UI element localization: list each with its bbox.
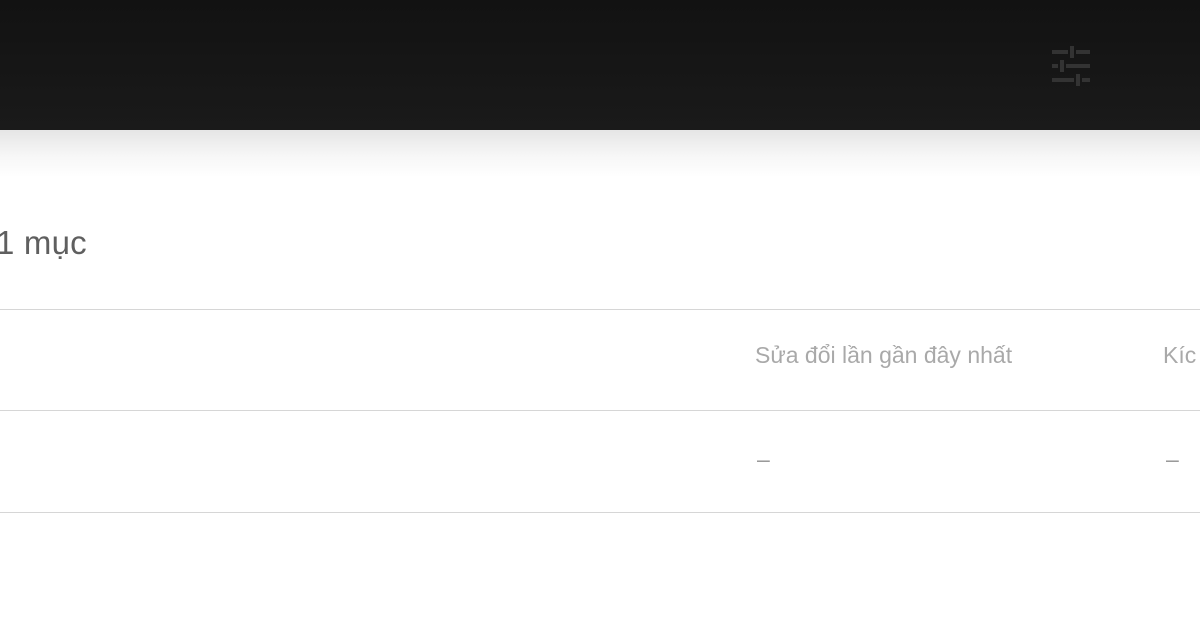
top-bar-shadow xyxy=(0,130,1200,178)
filter-button[interactable] xyxy=(1040,40,1100,92)
sliders-filter-icon xyxy=(1052,46,1090,86)
table-top-divider xyxy=(0,309,1200,310)
column-header-size[interactable]: Kíc xyxy=(1163,342,1196,369)
row-divider xyxy=(0,512,1200,513)
table-row[interactable] xyxy=(0,411,1200,512)
item-count: 1 mục xyxy=(0,224,87,261)
cell-last-modified: – xyxy=(757,446,770,472)
top-app-bar xyxy=(0,0,1200,130)
column-header-last-modified[interactable]: Sửa đổi lần gần đây nhất xyxy=(755,342,1012,369)
cell-size: – xyxy=(1166,446,1179,472)
